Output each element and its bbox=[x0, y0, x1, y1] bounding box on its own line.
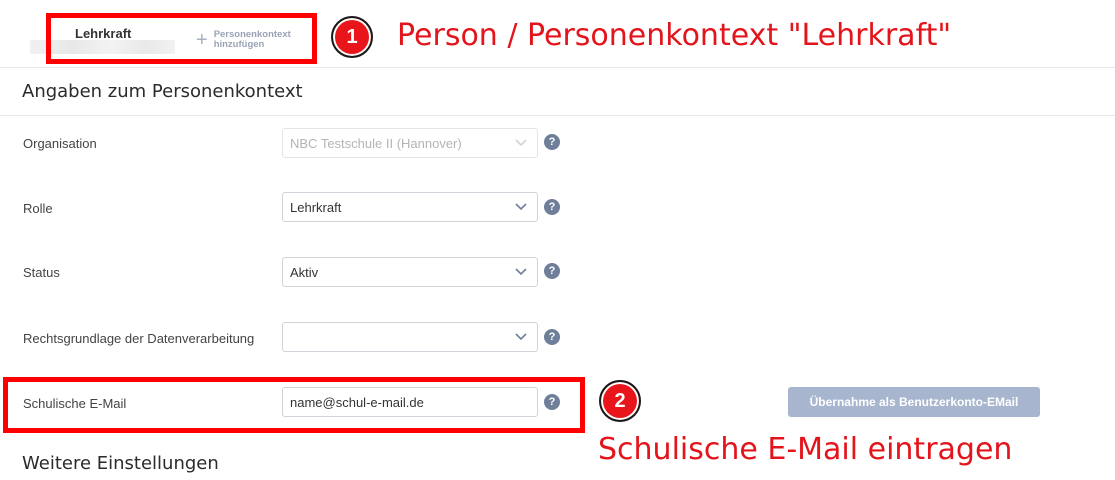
section-title-weitere-einstellungen: Weitere Einstellungen bbox=[22, 453, 219, 474]
organisation-value: NBC Testschule II (Hannover) bbox=[290, 135, 462, 151]
help-icon[interactable]: ? bbox=[544, 263, 560, 279]
status-select[interactable]: Aktiv bbox=[282, 257, 538, 287]
help-icon[interactable]: ? bbox=[544, 134, 560, 150]
help-icon[interactable]: ? bbox=[544, 199, 560, 215]
chevron-down-icon bbox=[515, 139, 527, 147]
annotation-box-2 bbox=[3, 377, 585, 433]
rechtsgrundlage-label: Rechtsgrundlage der Datenverarbeitung bbox=[23, 331, 255, 346]
chevron-down-icon bbox=[515, 203, 527, 211]
annotation-badge-2: 2 bbox=[599, 380, 641, 422]
rolle-select[interactable]: Lehrkraft bbox=[282, 192, 538, 222]
annotation-badge-1: 1 bbox=[331, 16, 373, 58]
status-label: Status bbox=[23, 265, 60, 280]
rolle-label: Rolle bbox=[23, 201, 53, 216]
annotation-box-1 bbox=[46, 13, 317, 64]
section-title-personenkontext: Angaben zum Personenkontext bbox=[22, 81, 303, 102]
chevron-down-icon bbox=[515, 333, 527, 341]
chevron-down-icon bbox=[515, 268, 527, 276]
organisation-label: Organisation bbox=[23, 136, 97, 151]
rolle-value: Lehrkraft bbox=[290, 199, 342, 215]
help-icon[interactable]: ? bbox=[544, 329, 560, 345]
organisation-select: NBC Testschule II (Hannover) bbox=[282, 128, 538, 158]
annotation-callout-2: Schulische E-Mail eintragen bbox=[598, 432, 1013, 467]
rechtsgrundlage-select[interactable] bbox=[282, 322, 538, 352]
divider bbox=[0, 67, 1115, 68]
annotation-callout-1: Person / Personenkontext "Lehrkraft" bbox=[397, 18, 952, 53]
status-value: Aktiv bbox=[290, 264, 319, 280]
take-over-email-button[interactable]: Übernahme als Benutzerkonto-EMail bbox=[788, 387, 1040, 417]
divider bbox=[0, 115, 1115, 116]
